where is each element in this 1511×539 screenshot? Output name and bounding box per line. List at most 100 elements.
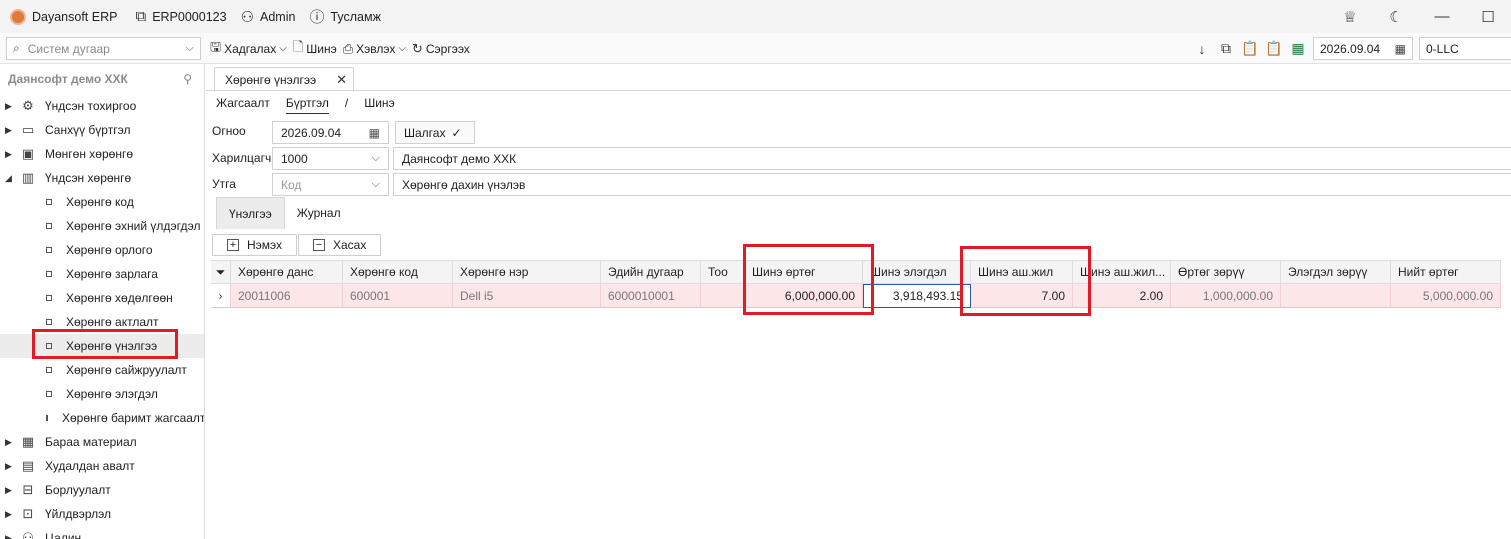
sidebar-subitem-label: Хөрөнгө сайжруулалт [66,363,187,377]
sidebar: Даянсофт демо ХХК ⚲ ▶ ⚙ Үндсэн тохиргоо … [0,64,205,539]
print-button[interactable]: ⎙ Хэвлэх ⌵ [343,41,406,57]
refresh-button[interactable]: ↻ Сэргээх [412,41,470,57]
company-selector[interactable]: 0-LLC [1419,37,1511,60]
dark-mode-icon[interactable]: ☾ [1373,8,1419,26]
sidebar-item-finance[interactable]: ▶ ▭ Санхүү бүртгэл [0,118,204,142]
sidebar-subitem-asset-documents[interactable]: Хөрөнгө баримт жагсаалт [0,406,204,430]
cell-serial[interactable]: 6000010001 [601,284,701,308]
tab-journal[interactable]: Журнал [285,197,353,229]
column-header[interactable]: Элэгдэл зөрүү [1281,260,1391,284]
column-header[interactable]: Эдийн дугаар [601,260,701,284]
add-row-button[interactable]: + Нэмэх [212,234,298,256]
sidebar-item-label: Үндсэн хөрөнгө [45,171,132,185]
cell-asset-name[interactable]: Dell i5 [453,284,601,308]
sidebar-item-payroll[interactable]: ▶ ⚇ Цалин [0,526,204,539]
sidebar-subitem-asset-improvement[interactable]: Хөрөнгө сайжруулалт [0,358,204,382]
toolbar-right: ↓ ⧉ 📋 📋 ▦ 2026.09.04 ▦ 0-LLC [1193,37,1511,60]
sidebar-subitem-opening-balance[interactable]: Хөрөнгө эхний үлдэгдэл [0,214,204,238]
check-button[interactable]: Шалгах ✓ [395,121,475,144]
partner-code-field[interactable]: 1000 ⌵ [272,147,389,170]
sidebar-item-purchase[interactable]: ▶ ▤ Худалдан авалт [0,454,204,478]
filter-icon[interactable]: ⏷ [211,260,231,284]
cell-account[interactable]: 20011006 [231,284,343,308]
pin-icon[interactable]: ⚲ [183,72,192,86]
new-button[interactable]: 🗋 Шинэ [293,38,337,60]
cart-icon: ⊟ [22,482,34,497]
partner-name-field[interactable]: Даянсофт демо ХХК [393,147,1511,170]
column-header[interactable]: Нийт өртөг [1391,260,1501,284]
plus-icon: + [227,239,239,251]
partner-label: Харилцагч [212,151,272,165]
sidebar-item-inventory[interactable]: ▶ ▦ Бараа материал [0,430,204,454]
highlight-box-new-cost [743,244,874,315]
sidebar-item-fixed-assets[interactable]: ◢ ▥ Үндсэн хөрөнгө [0,166,204,190]
sidebar-subitem-label: Хөрөнгө код [66,195,134,209]
cell-asset-code[interactable]: 600001 [343,284,453,308]
date-field[interactable]: 2026.09.04 ▦ [272,121,389,144]
bullet-square-icon [46,199,52,205]
download-icon[interactable]: ↓ [1193,41,1211,57]
column-header[interactable]: Хөрөнгө данс [231,260,343,284]
cell-depr-diff[interactable] [1281,284,1391,308]
bell-icon[interactable]: ♕ [1327,8,1373,26]
app-logo-icon [10,8,26,25]
user-button[interactable]: ⚇ Admin [241,8,296,26]
excel-icon[interactable]: ▦ [1289,40,1307,57]
minimize-icon[interactable]: — [1419,8,1465,25]
sidebar-subitem-asset-movement[interactable]: Хөрөнгө хөдөлгөөн [0,286,204,310]
crumb-list[interactable]: Жагсаалт [216,96,270,114]
crumb-register[interactable]: Бүртгэл [285,96,329,114]
column-header[interactable]: Хөрөнгө нэр [453,260,601,284]
toolbar-actions: 🖫 Хадгалах ⌵ 🗋 Шинэ ⎙ Хэвлэх ⌵ ↻ Сэргээх [210,37,470,60]
title-bar: Dayansoft ERP ⧉ ERP0000123 ⚇ Admin ⓘ Тус… [0,0,1511,33]
add-row-label: Нэмэх [247,238,283,252]
column-header[interactable]: Өртөг зөрүү [1171,260,1281,284]
sidebar-subitem-asset-expense[interactable]: Хөрөнгө зарлага [0,262,204,286]
sidebar-header: Даянсофт демо ХХК ⚲ [0,64,204,94]
work-date-field[interactable]: 2026.09.04 ▦ [1313,37,1413,60]
person-icon: ⚇ [22,530,34,539]
column-header[interactable]: Шинэ элэгдэл [863,260,971,284]
sidebar-subitem-asset-code[interactable]: Хөрөнгө код [0,190,204,214]
column-header[interactable]: Тоо [701,260,745,284]
cell-qty[interactable] [701,284,745,308]
tab-valuation[interactable]: Үнэлгээ [216,197,285,229]
sidebar-subitem-label: Хөрөнгө эхний үлдэгдэл [66,219,201,233]
help-button[interactable]: ⓘ Тусламж [309,6,381,27]
paste-icon[interactable]: 📋 [1241,40,1259,57]
sidebar-subitem-asset-depreciation[interactable]: Хөрөнгө элэгдэл [0,382,204,406]
remove-row-button[interactable]: − Хасах [298,234,382,256]
sidebar-item-sales[interactable]: ▶ ⊟ Борлуулалт [0,478,204,502]
sidebar-item-cash[interactable]: ▶ ▣ Мөнгөн хөрөнгө [0,142,204,166]
chevron-down-icon: ⌵ [371,152,380,164]
sidebar-item-label: Борлуулалт [45,483,111,497]
maximize-icon[interactable]: ☐ [1465,8,1511,26]
sidebar-item-production[interactable]: ▶ ⊡ Үйлдвэрлэл [0,502,204,526]
tab-divider [206,90,1511,91]
crumb-new[interactable]: Шинэ [364,96,394,114]
sidebar-item-basic-settings[interactable]: ▶ ⚙ Үндсэн тохиргоо [0,94,204,118]
cell-total-cost[interactable]: 5,000,000.00 [1391,284,1501,308]
sidebar-subitem-label: Хөрөнгө баримт жагсаалт [62,411,205,425]
print-label: Хэвлэх [356,41,396,56]
row-expand-icon[interactable]: › [211,284,231,308]
save-button[interactable]: 🖫 Хадгалах ⌵ [210,38,287,60]
system-number-search[interactable]: ⌕ Систем дугаар ⌵ [6,37,201,60]
clipboard-icon[interactable]: 📋 [1265,40,1283,57]
new-document-icon: 🗋 [292,38,304,54]
code-field[interactable]: Код ⌵ [272,173,389,196]
cell-cost-diff[interactable]: 1,000,000.00 [1171,284,1281,308]
check-button-label: Шалгах [404,125,446,140]
partner-code-value: 1000 [281,151,308,166]
column-header[interactable]: Хөрөнгө код [343,260,453,284]
toolbar: ⌕ Систем дугаар ⌵ 🖫 Хадгалах ⌵ 🗋 Шинэ ⎙ … [0,33,1511,64]
highlight-box-valuation-menu [32,329,178,359]
help-label: Тусламж [330,9,381,24]
doc-code-button[interactable]: ⧉ ERP0000123 [135,8,226,25]
document-tab[interactable]: Хөрөнгө үнэлгээ ✕ [214,67,354,91]
close-icon[interactable]: ✕ [336,72,347,88]
copy-icon[interactable]: ⧉ [1217,40,1235,57]
description-field[interactable]: Хөрөнгө дахин үнэлэв [393,173,1511,196]
sidebar-subitem-asset-income[interactable]: Хөрөнгө орлого [0,238,204,262]
cell-new-depreciation[interactable]: 3,918,493.15 [863,284,971,308]
